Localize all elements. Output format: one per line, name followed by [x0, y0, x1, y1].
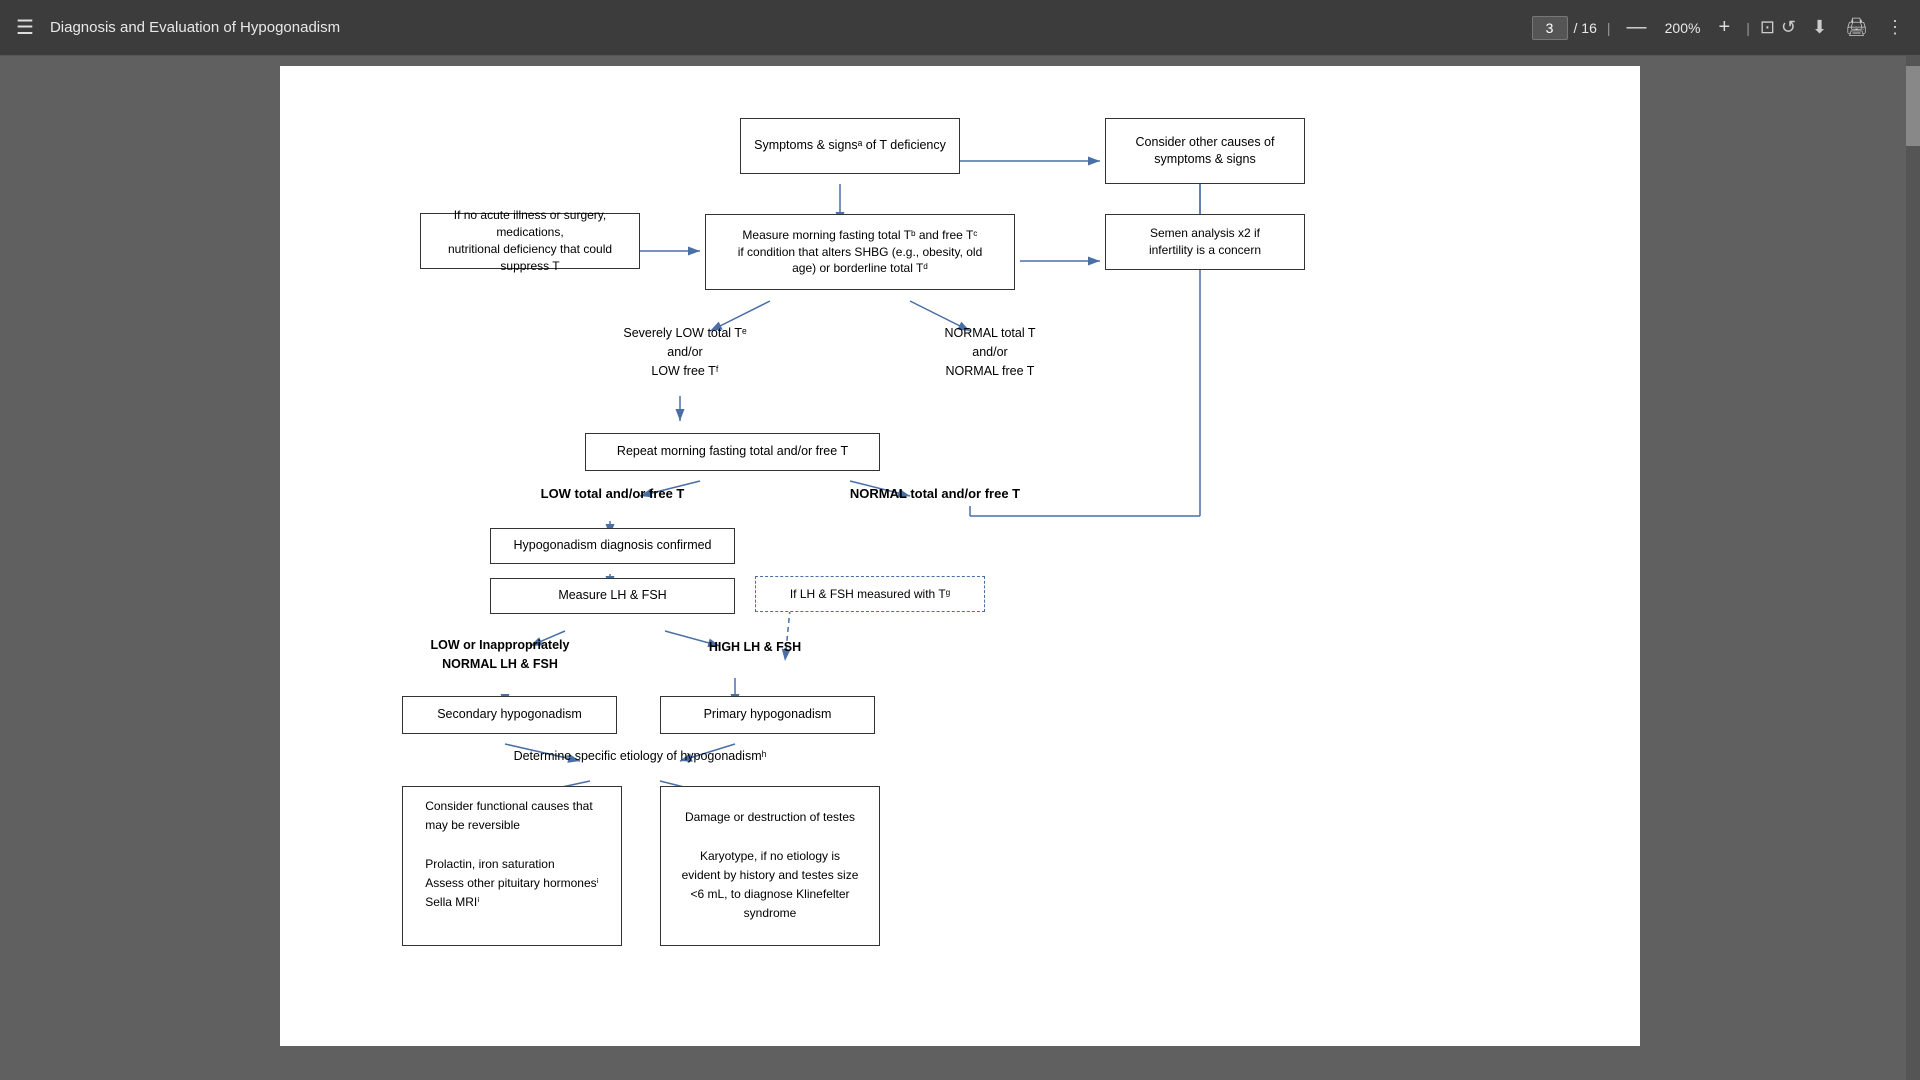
box-hypo-confirmed: Hypogonadism diagnosis confirmed: [490, 528, 735, 564]
text-high-lh: HIGH LH & FSH: [690, 638, 820, 657]
box-primary: Primary hypogonadism: [660, 696, 875, 734]
text-normal-total: NORMAL total and/or free T: [820, 484, 1050, 504]
divider-sep2: |: [1746, 20, 1750, 36]
more-options-button[interactable]: ⋮: [1886, 17, 1904, 38]
scrollbar[interactable]: [1906, 56, 1920, 1080]
box-secondary: Secondary hypogonadism: [402, 696, 617, 734]
box-measure-lh: Measure LH & FSH: [490, 578, 735, 614]
fit-page-button[interactable]: ⊡: [1760, 17, 1775, 38]
flowchart: Symptoms & signsᵃ of T deficiency Consid…: [320, 96, 1600, 996]
box-damage: Damage or destruction of testes Karyotyp…: [660, 786, 880, 946]
rotate-button[interactable]: ↺: [1781, 17, 1796, 38]
divider-sep: |: [1607, 20, 1611, 36]
text-low-inappropriate: LOW or Inappropriately NORMAL LH & FSH: [400, 636, 600, 674]
box-measure-morning: Measure morning fasting total Tᵇ and fre…: [705, 214, 1015, 290]
pagination-controls: / 16 | — 200% + | ⊡ ↺: [1532, 14, 1797, 41]
menu-icon[interactable]: ☰: [16, 15, 34, 40]
toolbar-right: ⬇ 🖨 ⋮: [1812, 17, 1904, 38]
text-severely-low: Severely LOW total Tᵉ and/or LOW free Tᶠ: [605, 324, 765, 380]
box-symptoms: Symptoms & signsᵃ of T deficiency: [740, 118, 960, 174]
page-separator: / 16: [1574, 20, 1597, 36]
box-consider-functional: Consider functional causes that may be r…: [402, 786, 622, 946]
zoom-value: 200%: [1659, 20, 1707, 36]
zoom-in-button[interactable]: +: [1713, 14, 1737, 41]
text-normal-total-t: NORMAL total T and/or NORMAL free T: [910, 324, 1070, 380]
box-consider-other: Consider other causes of symptoms & sign…: [1105, 118, 1305, 184]
text-low-total: LOW total and/or free T: [525, 484, 700, 504]
text-determine: Determine specific etiology of hypogonad…: [495, 747, 785, 766]
box-no-acute: If no acute illness or surgery, medicati…: [420, 213, 640, 269]
toolbar: ☰ Diagnosis and Evaluation of Hypogonadi…: [0, 0, 1920, 56]
page-input[interactable]: [1532, 16, 1568, 40]
document-page: Symptoms & signsᵃ of T deficiency Consid…: [280, 66, 1640, 1046]
document-title: Diagnosis and Evaluation of Hypogonadism: [50, 19, 1516, 36]
content-area: Symptoms & signsᵃ of T deficiency Consid…: [0, 56, 1920, 1080]
print-button[interactable]: 🖨: [1845, 17, 1868, 38]
box-repeat: Repeat morning fasting total and/or free…: [585, 433, 880, 471]
box-if-lh-fsh: If LH & FSH measured with Tᵍ: [755, 576, 985, 612]
zoom-out-button[interactable]: —: [1621, 14, 1653, 41]
box-semen: Semen analysis x2 if infertility is a co…: [1105, 214, 1305, 270]
scrollbar-thumb[interactable]: [1906, 66, 1920, 146]
download-button[interactable]: ⬇: [1812, 17, 1827, 38]
